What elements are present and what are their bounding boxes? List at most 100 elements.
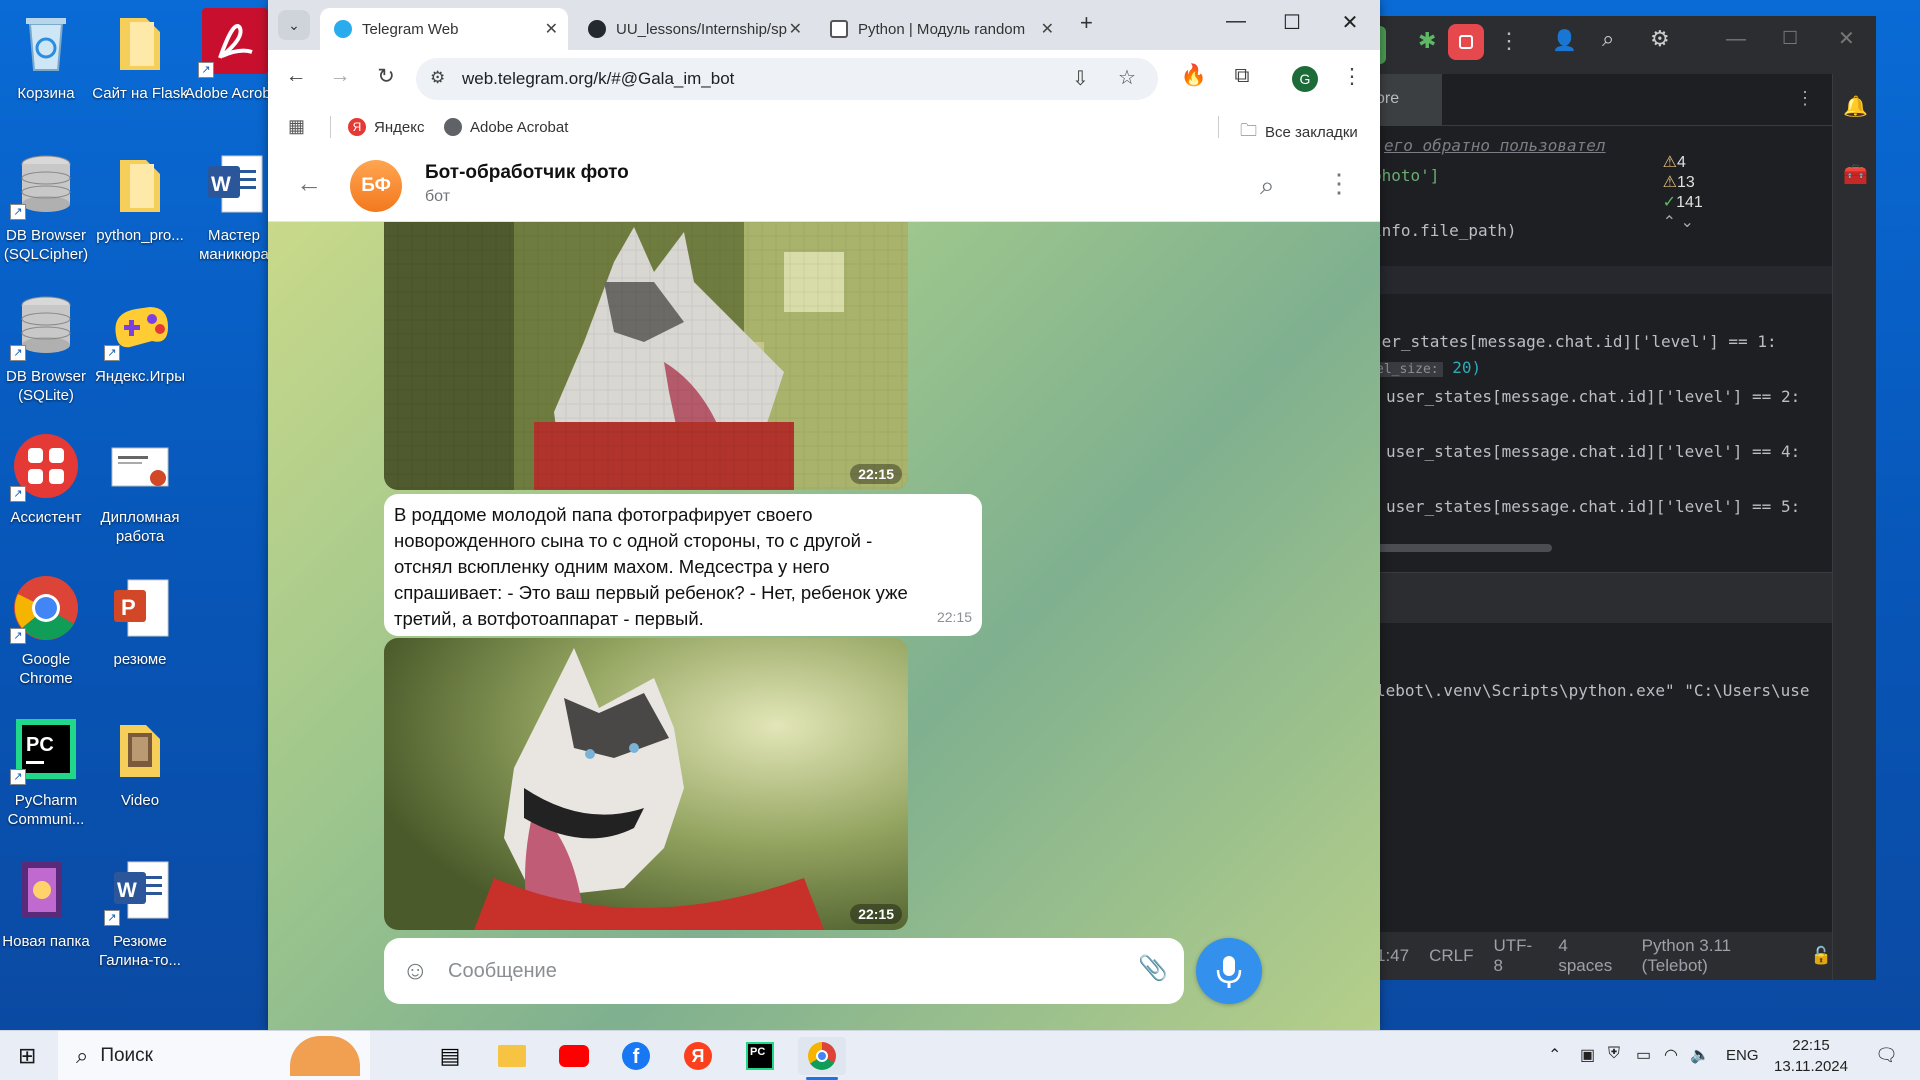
tab-search-button[interactable]: ⌄ <box>278 10 310 40</box>
clock[interactable]: 22:15 13.11.2024 <box>1774 1035 1848 1077</box>
taskbar-facebook[interactable]: f <box>612 1037 660 1075</box>
tab-python-random[interactable]: Python | Модуль random ✕ <box>816 8 1064 50</box>
tab-telegram[interactable]: Telegram Web ✕ <box>320 8 568 50</box>
bookmark-yandex[interactable]: Я Яндекс <box>348 118 424 136</box>
desktop-icon-pycharm[interactable]: PC ↗ PyCharm Communi... <box>0 707 92 837</box>
line-separator[interactable]: CRLF <box>1429 946 1473 966</box>
device-icon[interactable]: ▣ <box>1580 1045 1595 1065</box>
ide-code-editor[interactable]: его обратно пользовател ⚠4 ⚠13 ✓141 ⌃ ⌄ … <box>1372 126 1832 586</box>
search-icon[interactable]: ⌕ <box>1260 170 1275 202</box>
menu-icon[interactable]: ⋮ <box>1336 64 1368 89</box>
forward-icon[interactable]: → <box>324 64 356 88</box>
emoji-icon[interactable]: ☺ <box>402 955 429 986</box>
maximize-icon[interactable]: ☐ <box>1272 10 1312 35</box>
desktop-icon-video[interactable]: Video <box>94 707 186 837</box>
indent-setting[interactable]: 4 spaces <box>1558 936 1621 976</box>
desktop-icon-diploma[interactable]: Дипломная работа <box>94 424 186 554</box>
file-encoding[interactable]: UTF-8 <box>1494 936 1539 976</box>
wifi-icon[interactable]: ◠ <box>1664 1045 1678 1065</box>
apps-grid-icon[interactable]: ▦ <box>288 116 305 137</box>
python-interpreter[interactable]: Python 3.11 (Telebot) <box>1642 936 1791 976</box>
photo-message-pixelated[interactable]: 22:15 <box>384 222 908 490</box>
desktop-icon-db-browser-sqlite[interactable]: ↗ DB Browser (SQLite) <box>0 283 92 413</box>
debug-icon[interactable]: ✱ <box>1418 28 1436 54</box>
language-indicator[interactable]: ENG <box>1726 1047 1759 1064</box>
caret-position[interactable]: 1:47 <box>1376 946 1409 966</box>
bookmark-star-icon[interactable]: ☆ <box>1118 65 1136 90</box>
site-settings-icon[interactable]: ⚙ <box>430 68 445 88</box>
chat-messages[interactable]: 22:15 В роддоме молодой папа фотографиру… <box>268 222 1380 1030</box>
add-user-icon[interactable]: 👤 <box>1552 28 1577 53</box>
clock-date: 13.11.2024 <box>1774 1058 1848 1075</box>
voice-record-button[interactable] <box>1196 938 1262 1004</box>
chevron-up-icon[interactable]: ⌃ <box>1548 1045 1561 1065</box>
url-text[interactable]: web.telegram.org/k/#@Gala_im_bot <box>462 69 734 89</box>
notifications-icon[interactable]: 🔔 <box>1843 94 1868 119</box>
desktop-icon-recycle-bin[interactable]: Корзина <box>0 0 92 130</box>
lock-icon[interactable]: 🔓 <box>1811 946 1832 966</box>
desktop-icon-new-folder[interactable]: Новая папка <box>0 848 92 978</box>
desktop-icon-google-chrome[interactable]: ↗ Google Chrome <box>0 566 92 696</box>
desktop-icon-db-browser-sqlcipher[interactable]: ↗ DB Browser (SQLCipher) <box>0 142 92 272</box>
security-icon[interactable]: ⛨ <box>1608 1045 1620 1063</box>
close-tab-icon[interactable]: ✕ <box>789 19 802 39</box>
desktop-icon-manicure[interactable]: W Мастер маникюра <box>188 142 280 272</box>
code-line: user_states[message.chat.id]['level'] ==… <box>1386 442 1801 461</box>
address-bar[interactable]: ⚙ web.telegram.org/k/#@Gala_im_bot ⇩ ☆ <box>416 58 1158 100</box>
taskbar-search[interactable]: ⌕ Поиск <box>58 1031 370 1080</box>
shortcut-arrow-icon: ↗ <box>104 345 120 361</box>
mail-icon <box>830 20 848 38</box>
back-icon[interactable]: ← <box>280 64 312 88</box>
tab-label: Python | Модуль random <box>858 20 1026 38</box>
extensions-puzzle-icon[interactable]: ⧉ <box>1226 64 1258 88</box>
back-arrow-icon[interactable]: ← <box>296 168 322 199</box>
desktop-icon-resume-pptx[interactable]: P резюме <box>94 566 186 696</box>
photo-message-original[interactable]: 22:15 <box>384 638 908 930</box>
close-window-icon[interactable]: ✕ <box>1330 10 1370 35</box>
battery-icon[interactable]: ▭ <box>1636 1045 1651 1065</box>
extension-fire-icon[interactable]: 🔥 <box>1178 64 1210 88</box>
taskbar-chrome[interactable] <box>798 1037 846 1075</box>
bookmark-all[interactable]: 🗀 Все закладки <box>1240 118 1358 147</box>
close-tab-icon[interactable]: ✕ <box>545 19 558 39</box>
settings-icon[interactable]: ⚙ <box>1650 26 1670 52</box>
chat-title[interactable]: Бот-обработчик фото <box>425 162 629 184</box>
tab-github[interactable]: UU_lessons/Internship/sp ✕ <box>574 8 812 50</box>
bookmark-adobe-acrobat[interactable]: Adobe Acrobat <box>444 118 568 136</box>
search-icon[interactable]: ⌕ <box>1602 26 1614 52</box>
notification-center-icon[interactable]: 🗨 <box>1875 1045 1898 1066</box>
taskbar-yandex-browser[interactable]: Я <box>674 1037 722 1075</box>
text-message[interactable]: В роддоме молодой папа фотографирует сво… <box>384 494 982 636</box>
desktop-icon-yandex-games[interactable]: ↗ Яндекс.Игры <box>94 283 186 413</box>
desktop-icon-adobe-acrobat[interactable]: ↗ Adobe Acrobat <box>185 0 283 130</box>
task-view-button[interactable]: ▤ <box>426 1037 474 1075</box>
taskbar-youtube[interactable] <box>550 1037 598 1075</box>
minimize-icon[interactable]: — <box>1726 28 1746 51</box>
reload-icon[interactable]: ↻ <box>370 64 402 89</box>
desktop-icon-python-pro[interactable]: python_pro... <box>94 142 186 272</box>
install-app-icon[interactable]: ⇩ <box>1072 66 1089 91</box>
toolbox-icon[interactable]: 🧰 <box>1843 162 1868 187</box>
horizontal-scrollbar[interactable] <box>1372 544 1552 552</box>
message-input[interactable] <box>448 954 1108 988</box>
more-vertical-icon[interactable]: ⋮ <box>1498 28 1520 54</box>
chat-avatar[interactable]: БФ <box>350 160 402 212</box>
inspection-widget[interactable]: ⚠4 ⚠13 ✓141 ⌃ ⌄ <box>1636 134 1703 250</box>
minimize-icon[interactable]: — <box>1216 10 1256 33</box>
stop-button[interactable] <box>1448 24 1484 60</box>
more-vertical-icon[interactable]: ⋮ <box>1326 168 1352 199</box>
volume-icon[interactable]: 🔈 <box>1690 1045 1710 1065</box>
more-vertical-icon[interactable]: ⋮ <box>1796 88 1814 109</box>
windows-start-icon[interactable]: ⊞ <box>18 1043 36 1069</box>
profile-avatar[interactable]: G <box>1292 66 1318 92</box>
maximize-icon[interactable]: ☐ <box>1782 28 1798 49</box>
close-tab-icon[interactable]: ✕ <box>1041 19 1054 39</box>
desktop-icon-flask-site[interactable]: Сайт на Flask <box>92 0 188 130</box>
close-icon[interactable]: ✕ <box>1838 26 1855 51</box>
desktop-icon-assistant[interactable]: ↗ Ассистент <box>0 424 92 554</box>
new-tab-button[interactable]: + <box>1080 10 1093 36</box>
taskbar-file-explorer[interactable] <box>488 1037 536 1075</box>
taskbar-pycharm[interactable]: PC <box>736 1037 784 1075</box>
attach-icon[interactable]: 📎 <box>1138 954 1168 983</box>
desktop-icon-resume-docx[interactable]: W ↗ Резюме Галина-то... <box>94 848 186 978</box>
